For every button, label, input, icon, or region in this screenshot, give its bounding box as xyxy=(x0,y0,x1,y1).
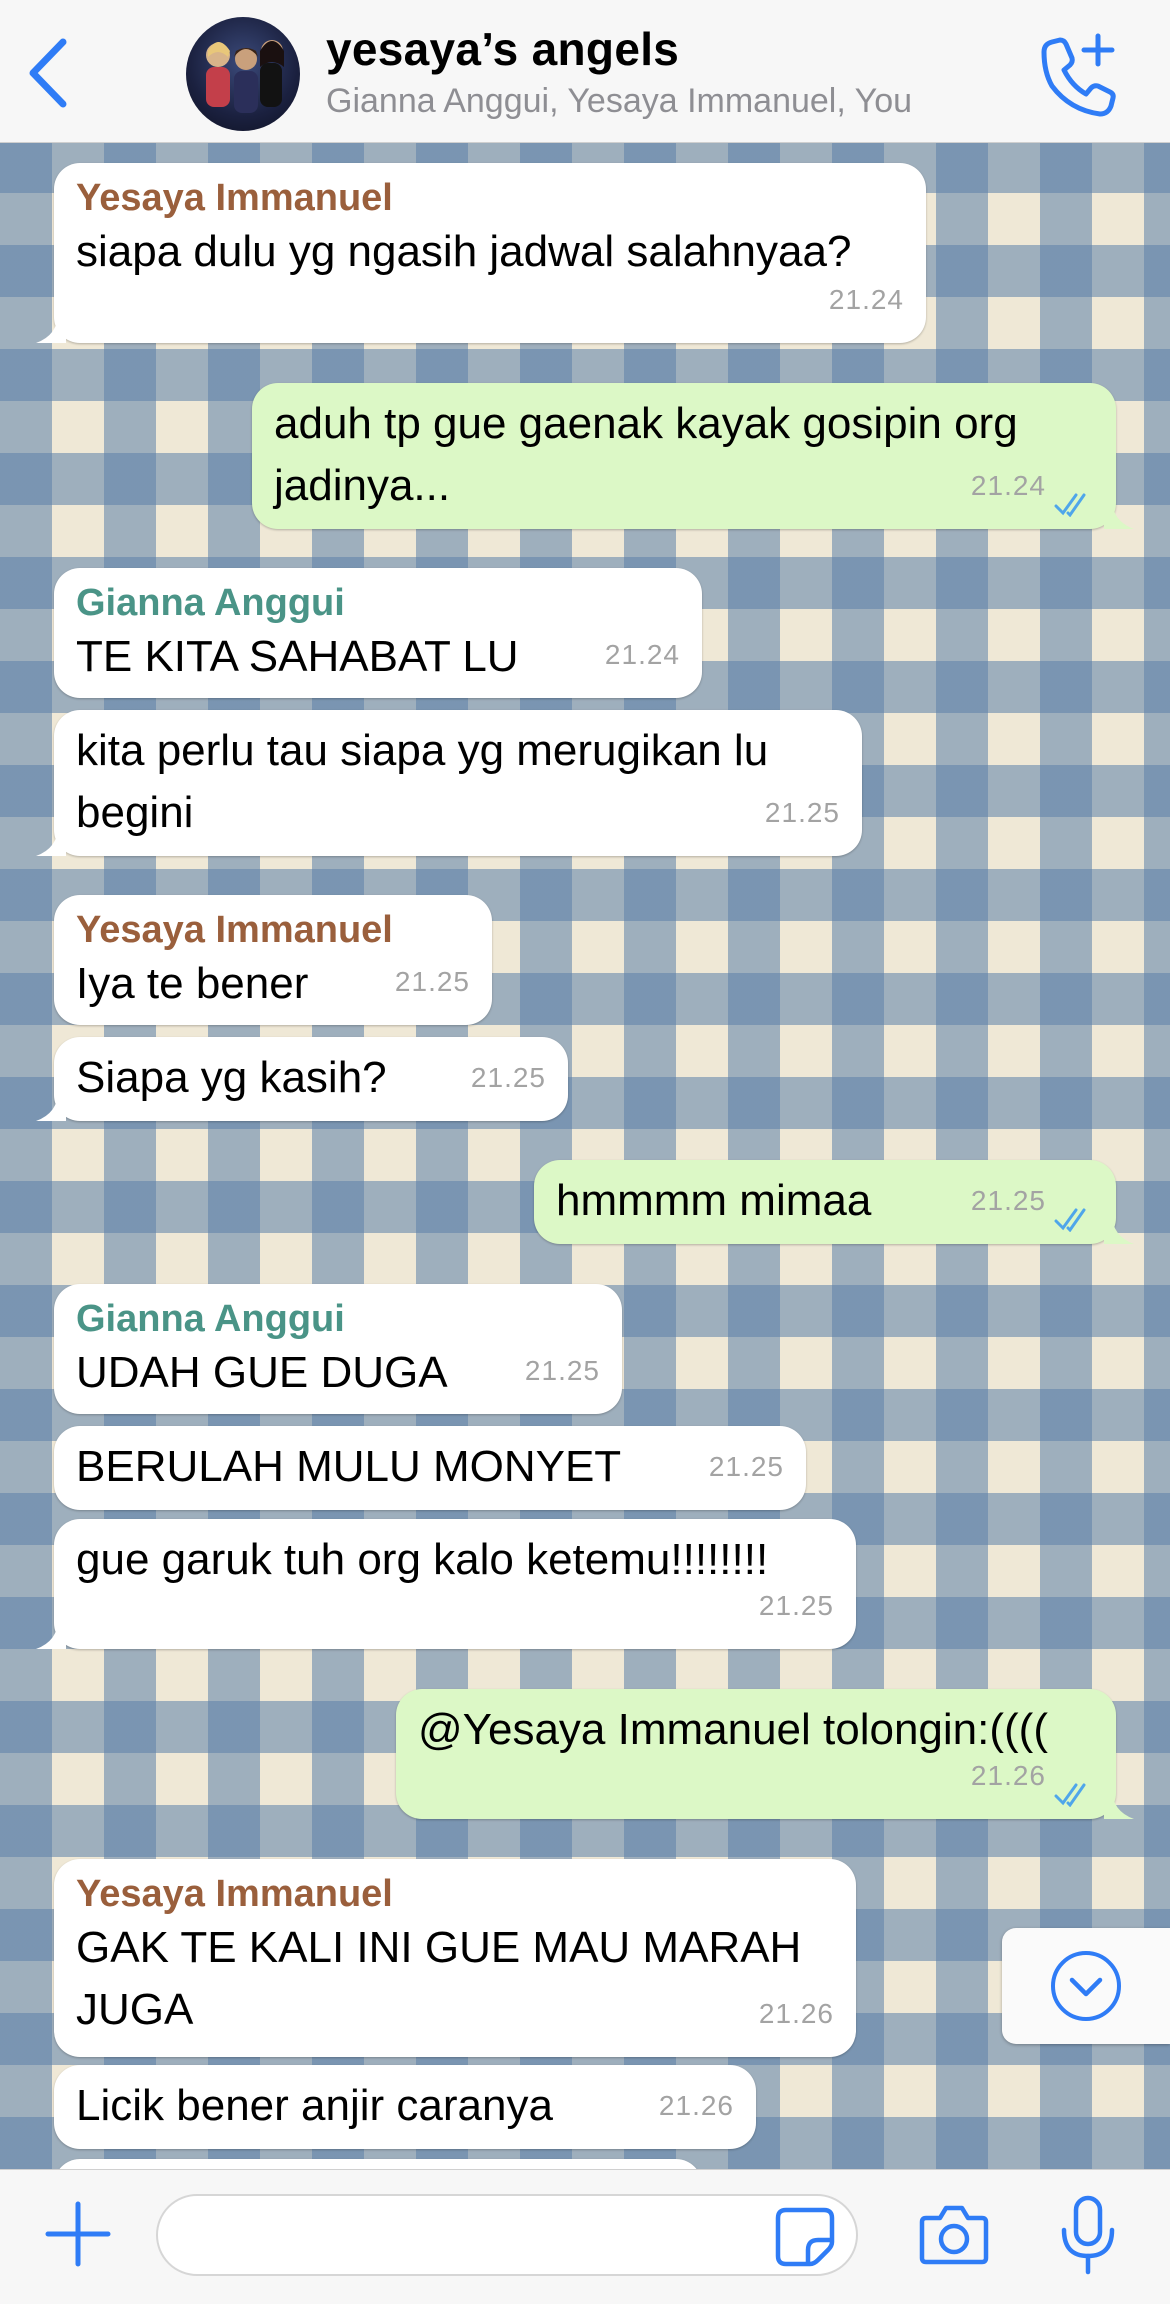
double-check-icon xyxy=(1054,1783,1086,1807)
bubble-tail xyxy=(1104,499,1134,529)
message-bubble-outgoing[interactable]: hmmmm mimaa 21.25 xyxy=(534,1160,1134,1244)
bubble-tail xyxy=(36,826,66,856)
attach-button[interactable] xyxy=(42,2198,114,2270)
bubble-tail xyxy=(36,1619,66,1649)
message-bubble-incoming[interactable]: Licik bener anjir caranya 21.26 xyxy=(54,2065,756,2149)
voice-message-button[interactable] xyxy=(1058,2194,1118,2278)
message-bubble-incoming[interactable]: Yesaya Immanuel Iya te bener 21.25 xyxy=(54,895,492,1025)
message-sender: Gianna Anggui xyxy=(76,1298,345,1340)
message-sender: Yesaya Immanuel xyxy=(76,1873,393,1915)
chat-participants[interactable]: Gianna Anggui, Yesaya Immanuel, You xyxy=(326,82,1006,121)
message-list[interactable]: Yesaya Immanuel siapa dulu yg ngasih jad… xyxy=(0,143,1170,2169)
microphone-icon xyxy=(1061,2195,1115,2275)
chat-header: yesaya’s angels Gianna Anggui, Yesaya Im… xyxy=(0,0,1170,143)
message-bubble-incoming[interactable]: BERULAH MULU MONYET 21.25 xyxy=(54,1426,806,1510)
message-time: 21.25 xyxy=(394,966,470,997)
double-check-icon xyxy=(1054,493,1086,517)
chat-title[interactable]: yesaya’s angels xyxy=(326,22,679,76)
add-call-button[interactable] xyxy=(1030,30,1120,120)
message-time: 21.25 xyxy=(970,1185,1046,1216)
message-text: Licik bener anjir caranya xyxy=(76,2081,553,2130)
message-bubble-incoming[interactable]: gue garuk tuh org kalo ketemu!!!!!!!! 21… xyxy=(36,1519,856,1649)
message-sender: Yesaya Immanuel xyxy=(76,909,393,951)
bubble-tail xyxy=(36,1091,66,1121)
message-bubble-incoming[interactable]: kita perlu tau siapa yg merugikan lu beg… xyxy=(36,710,862,856)
message-bubble-incoming[interactable]: Yesaya Immanuel siapa dulu yg ngasih jad… xyxy=(36,163,926,343)
composer-bar xyxy=(0,2169,1170,2304)
back-button[interactable] xyxy=(22,38,72,108)
message-time: 21.25 xyxy=(470,1062,546,1093)
message-input[interactable] xyxy=(156,2194,858,2276)
message-time: 21.24 xyxy=(970,470,1046,501)
message-text: kita perlu tau siapa yg merugikan lu beg… xyxy=(76,726,769,837)
message-time: 21.25 xyxy=(524,1355,600,1386)
message-time: 21.26 xyxy=(758,1998,834,2029)
message-time: 21.25 xyxy=(708,1451,784,1482)
message-sender: Yesaya Immanuel xyxy=(76,177,393,219)
message-time: 21.24 xyxy=(604,639,680,670)
bubble-tail xyxy=(36,313,66,343)
message-time: 21.24 xyxy=(828,284,904,315)
chevron-down-circle-icon xyxy=(1051,1951,1121,2021)
message-bubble-incoming[interactable]: Yesaya Immanuel GAK TE KALI INI GUE MAU … xyxy=(54,1859,856,2057)
message-bubble-outgoing[interactable]: @Yesaya Immanuel tolongin:(((( 21.26 xyxy=(396,1689,1134,1819)
group-photo-illustration xyxy=(206,40,284,113)
message-time: 21.26 xyxy=(658,2090,734,2121)
double-check-icon xyxy=(1054,1208,1086,1232)
group-avatar[interactable] xyxy=(186,17,300,131)
chevron-left-icon xyxy=(29,38,67,108)
message-text: UDAH GUE DUGA xyxy=(76,1348,448,1397)
sticker-button[interactable] xyxy=(774,2206,836,2268)
camera-button[interactable] xyxy=(918,2202,990,2268)
bubble-tail xyxy=(1104,1214,1134,1244)
bubble-tail xyxy=(1104,1789,1134,1819)
message-bubble-outgoing[interactable]: aduh tp gue gaenak kayak gosipin org jad… xyxy=(252,383,1134,529)
message-sender: Gianna Anggui xyxy=(76,582,345,624)
message-time: 21.26 xyxy=(970,1760,1046,1791)
message-text: siapa dulu yg ngasih jadwal salahnyaa? xyxy=(76,227,852,276)
message-bubble-incoming[interactable]: Siapa yg kasih? 21.25 xyxy=(36,1037,568,1121)
message-text: GAK TE KALI INI GUE MAU MARAH JUGA xyxy=(76,1923,802,2034)
plus-icon xyxy=(45,2201,111,2267)
sticker-icon xyxy=(775,2207,835,2267)
message-bubble-incoming[interactable]: Gianna Anggui TE KITA SAHABAT LU 21.24 xyxy=(54,568,702,698)
message-text: BERULAH MULU MONYET xyxy=(76,1442,622,1491)
phone-plus-icon xyxy=(1041,33,1116,117)
message-bubble-incoming[interactable] xyxy=(54,2159,702,2169)
message-text: TE KITA SAHABAT LU xyxy=(76,632,519,681)
message-time: 21.25 xyxy=(758,1590,834,1621)
camera-icon xyxy=(919,2205,989,2265)
message-time: 21.25 xyxy=(764,797,840,828)
message-bubble-incoming[interactable]: Gianna Anggui UDAH GUE DUGA 21.25 xyxy=(54,1284,622,1414)
scroll-to-bottom-button[interactable] xyxy=(1002,1928,1170,2044)
message-text: gue garuk tuh org kalo ketemu!!!!!!!! xyxy=(76,1535,769,1584)
